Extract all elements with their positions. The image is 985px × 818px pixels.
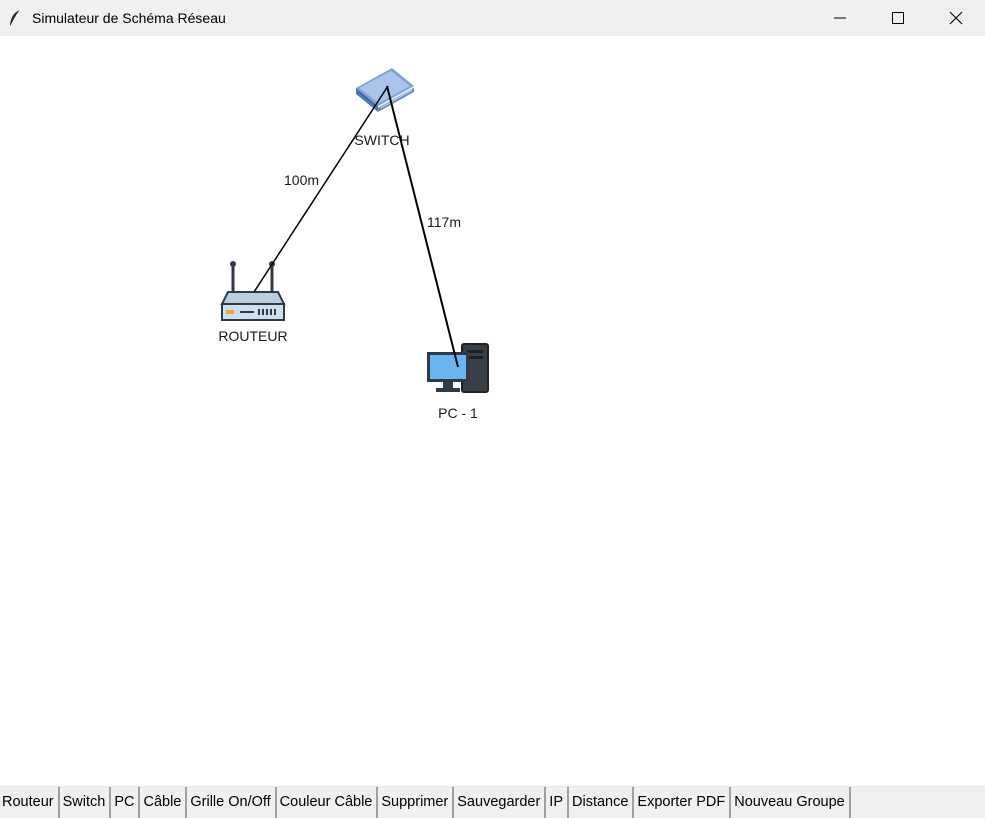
cable-distance-label: 100m bbox=[284, 172, 320, 188]
network-canvas[interactable]: SWITCH ROUTEUR PC - 1 100m 117m bbox=[0, 36, 985, 786]
save-button[interactable]: Sauvegarder bbox=[454, 787, 547, 818]
add-cable-button[interactable]: Câble bbox=[140, 787, 188, 818]
maximize-button[interactable] bbox=[869, 0, 927, 36]
close-icon bbox=[949, 11, 963, 25]
add-pc-button[interactable]: PC bbox=[111, 787, 141, 818]
add-router-button[interactable]: Routeur bbox=[0, 787, 60, 818]
minimize-button[interactable] bbox=[811, 0, 869, 36]
distance-button[interactable]: Distance bbox=[569, 787, 635, 818]
close-button[interactable] bbox=[927, 0, 985, 36]
cables-layer bbox=[253, 85, 459, 368]
cable-router-switch[interactable] bbox=[253, 85, 389, 293]
cable-distance-label: 117m bbox=[427, 214, 461, 230]
add-switch-button[interactable]: Switch bbox=[59, 787, 112, 818]
delete-button[interactable]: Supprimer bbox=[378, 787, 455, 818]
title-bar: Simulateur de Schéma Réseau bbox=[0, 0, 985, 36]
minimize-icon bbox=[834, 17, 846, 19]
bottom-toolbar: Routeur Switch PC Câble Grille On/Off Co… bbox=[0, 786, 985, 818]
maximize-icon bbox=[892, 12, 904, 24]
cable-color-button[interactable]: Couleur Câble bbox=[276, 787, 379, 818]
grid-toggle-button[interactable]: Grille On/Off bbox=[187, 787, 277, 818]
window-title: Simulateur de Schéma Réseau bbox=[32, 10, 226, 26]
feather-icon bbox=[8, 9, 22, 27]
new-group-button[interactable]: Nouveau Groupe bbox=[731, 787, 851, 818]
export-pdf-button[interactable]: Exporter PDF bbox=[634, 787, 732, 818]
ip-button[interactable]: IP bbox=[546, 787, 569, 818]
